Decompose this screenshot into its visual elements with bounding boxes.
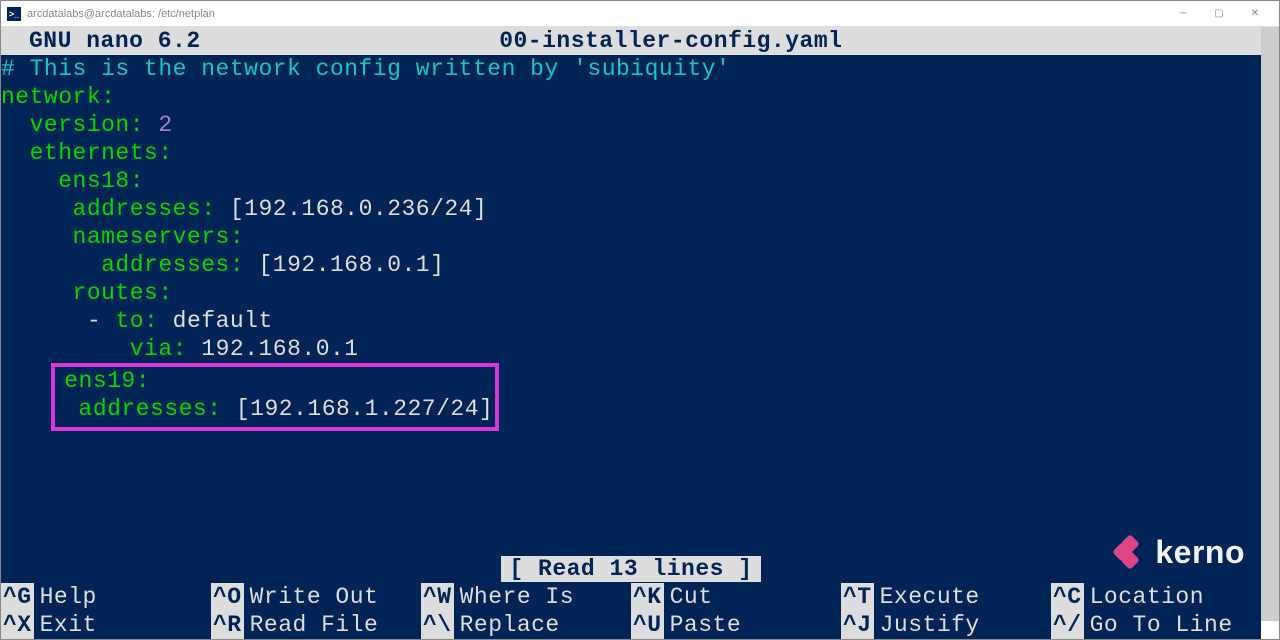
- scrollbar-thumb[interactable]: [1262, 27, 1279, 621]
- vertical-scrollbar[interactable]: [1261, 27, 1279, 621]
- key-ens18-addresses: addresses: [73, 196, 202, 222]
- key-nameservers: nameservers: [73, 224, 230, 250]
- val-version: 2: [158, 112, 172, 138]
- kerno-icon: [1115, 537, 1145, 567]
- key-ethernets: ethernets: [30, 140, 159, 166]
- yaml-comment: # This is the network config written by …: [1, 56, 730, 82]
- watermark-text: kerno: [1155, 538, 1245, 566]
- shortcut-replace[interactable]: ^\Replace: [421, 611, 631, 639]
- key-route-to: to: [115, 308, 144, 334]
- shortcut-help[interactable]: ^GHelp: [1, 583, 211, 611]
- maximize-button[interactable]: ▢: [1201, 4, 1237, 24]
- nano-status-text: [ Read 13 lines ]: [501, 556, 760, 582]
- val-route-to: default: [173, 308, 273, 334]
- nano-header: GNU nano 6.2 00-installer-config.yaml: [1, 27, 1261, 55]
- close-button[interactable]: ✕: [1237, 4, 1273, 24]
- val-ns-addresses: [192.168.0.1]: [258, 252, 444, 278]
- window-title: arcdatalabs@arcdatalabs: /etc/netplan: [27, 8, 215, 20]
- val-ens19-addresses: [192.168.1.227/24]: [236, 396, 493, 422]
- val-route-via: 192.168.0.1: [201, 336, 358, 362]
- key-routes: routes: [73, 280, 159, 306]
- shortcut-paste[interactable]: ^UPaste: [631, 611, 841, 639]
- shortcut-exit[interactable]: ^XExit: [1, 611, 211, 639]
- shortcut-execute[interactable]: ^TExecute: [841, 583, 1051, 611]
- shortcut-gotoline[interactable]: ^/Go To Line: [1051, 611, 1261, 639]
- shortcut-whereis[interactable]: ^WWhere Is: [421, 583, 631, 611]
- editor-body[interactable]: # This is the network config written by …: [1, 55, 1261, 431]
- app-window: >_ arcdatalabs@arcdatalabs: /etc/netplan…: [0, 0, 1280, 640]
- key-version: version: [30, 112, 130, 138]
- key-ens18: ens18: [58, 168, 130, 194]
- powershell-icon: >_: [7, 7, 21, 21]
- shortcut-cut[interactable]: ^KCut: [631, 583, 841, 611]
- key-ens19-addresses: addresses: [79, 396, 208, 422]
- key-route-via: via: [130, 336, 173, 362]
- shortcut-location[interactable]: ^CLocation: [1051, 583, 1261, 611]
- val-ens18-addresses: [192.168.0.236/24]: [230, 196, 487, 222]
- watermark-logo: kerno: [1115, 537, 1245, 567]
- highlight-annotation: ens19: addresses: [192.168.1.227/24]: [51, 363, 499, 431]
- key-network: network: [1, 84, 101, 110]
- nano-status-line: [ Read 13 lines ]: [1, 555, 1261, 583]
- shortcut-justify[interactable]: ^JJustify: [841, 611, 1051, 639]
- key-ens19: ens19: [64, 368, 136, 394]
- key-ns-addresses: addresses: [101, 252, 230, 278]
- nano-app-name: GNU nano 6.2: [1, 27, 201, 55]
- nano-shortcuts: ^GHelp ^OWrite Out ^WWhere Is ^KCut ^TEx…: [1, 583, 1261, 639]
- shortcut-writeout[interactable]: ^OWrite Out: [211, 583, 421, 611]
- minimize-button[interactable]: ─: [1165, 4, 1201, 24]
- nano-filename: 00-installer-config.yaml: [201, 27, 1261, 55]
- terminal-area[interactable]: GNU nano 6.2 00-installer-config.yaml # …: [1, 27, 1261, 639]
- titlebar[interactable]: >_ arcdatalabs@arcdatalabs: /etc/netplan…: [1, 1, 1279, 27]
- shortcut-readfile[interactable]: ^RRead File: [211, 611, 421, 639]
